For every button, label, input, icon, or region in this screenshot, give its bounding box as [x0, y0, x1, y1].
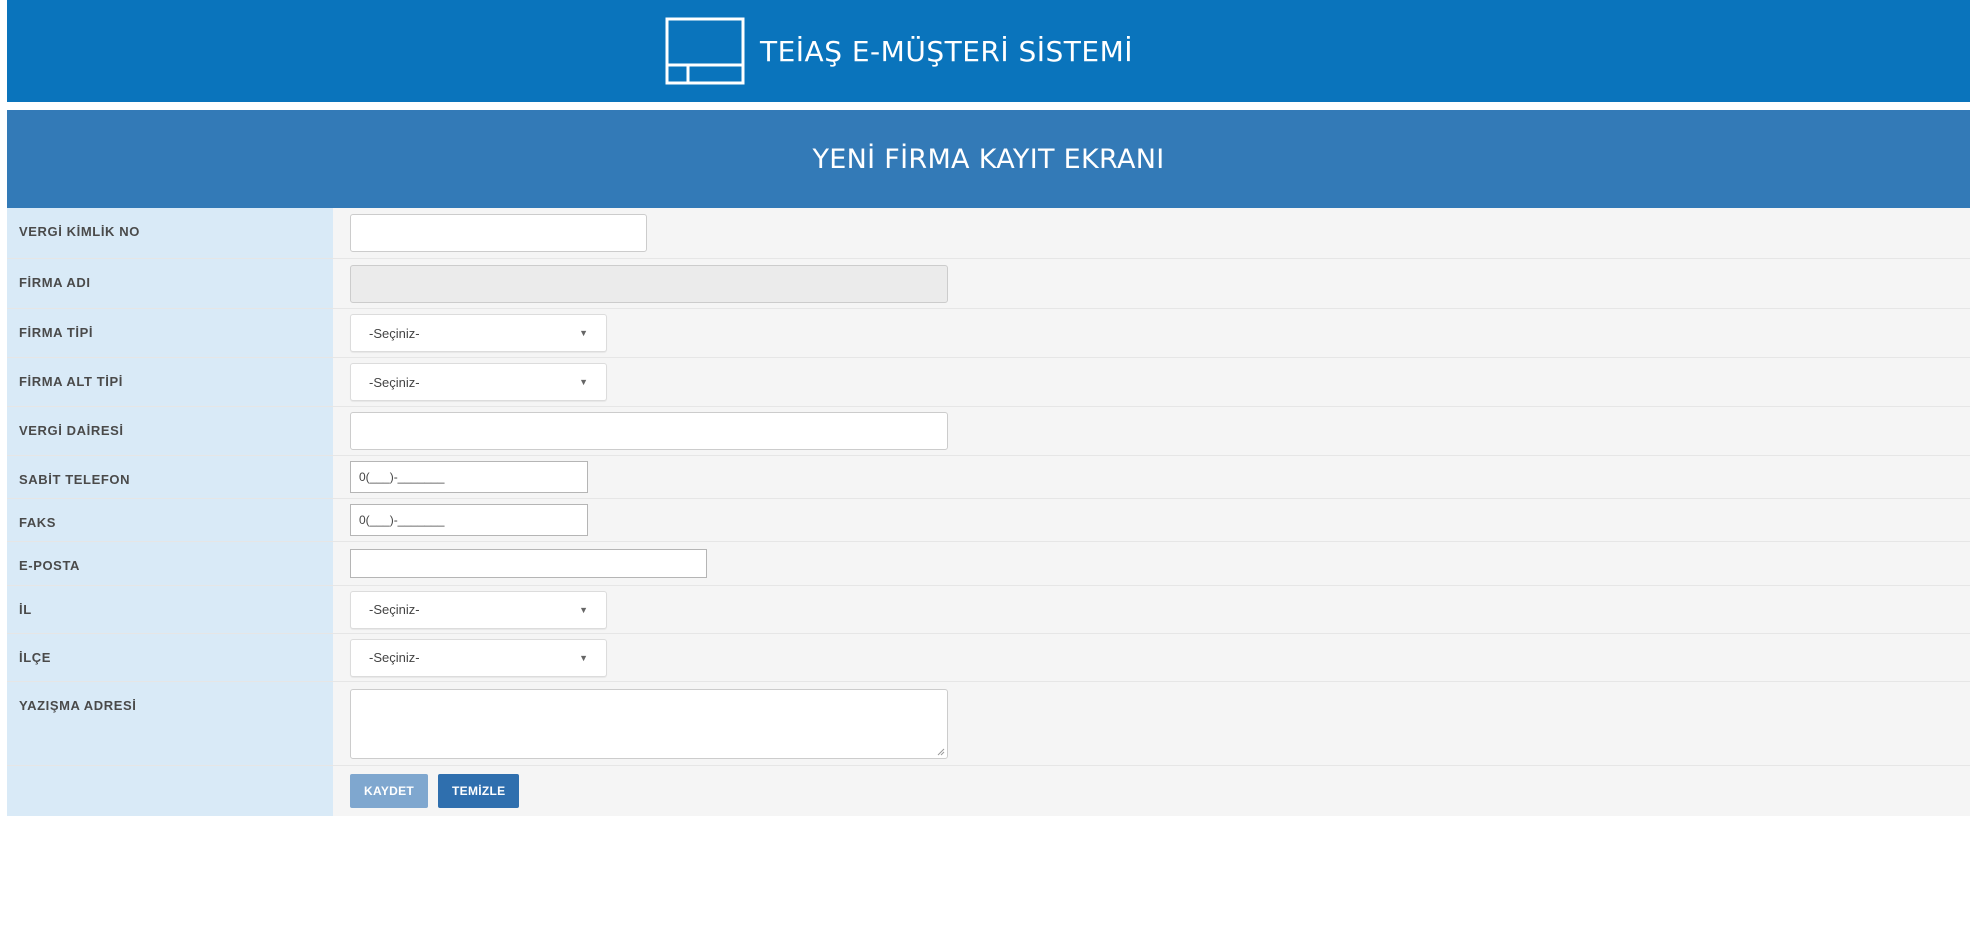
window-grid-icon	[665, 17, 745, 85]
row-district: İLÇE -Seçiniz- ▼	[7, 634, 1970, 682]
district-select-value: -Seçiniz-	[369, 650, 420, 665]
row-company-name: FİRMA ADI	[7, 259, 1970, 309]
field-cell-actions: KAYDET TEMİZLE	[333, 766, 1970, 816]
label-landline: SABİT TELEFON	[7, 456, 333, 498]
form-table: VERGİ KİMLİK NO FİRMA ADI FİRMA TİPİ -Se…	[7, 208, 1970, 816]
field-cell-tax-office	[333, 407, 1970, 455]
landline-input[interactable]	[350, 461, 588, 493]
resize-grip-icon[interactable]	[937, 748, 945, 756]
field-cell-company-name	[333, 259, 1970, 308]
label-tax-id: VERGİ KİMLİK NO	[7, 208, 333, 258]
field-cell-district: -Seçiniz- ▼	[333, 634, 1970, 681]
label-tax-office: VERGİ DAİRESİ	[7, 407, 333, 455]
province-select[interactable]: -Seçiniz- ▼	[350, 590, 607, 629]
field-cell-company-subtype: -Seçiniz- ▼	[333, 358, 1970, 406]
caret-down-icon: ▼	[579, 377, 588, 387]
row-landline: SABİT TELEFON	[7, 456, 1970, 499]
label-province: İL	[7, 586, 333, 633]
caret-down-icon: ▼	[579, 328, 588, 338]
page: TEİAŞ E-MÜŞTERİ SİSTEMİ YENİ FİRMA KAYIT…	[0, 0, 1977, 936]
clear-button[interactable]: TEMİZLE	[438, 774, 520, 808]
province-select-value: -Seçiniz-	[369, 602, 420, 617]
save-button[interactable]: KAYDET	[350, 774, 429, 808]
row-tax-id: VERGİ KİMLİK NO	[7, 208, 1970, 259]
mailing-address-textarea[interactable]	[350, 688, 948, 759]
company-name-input	[350, 264, 948, 303]
row-company-type: FİRMA TİPİ -Seçiniz- ▼	[7, 309, 1970, 358]
company-subtype-select-value: -Seçiniz-	[369, 374, 420, 390]
company-subtype-select[interactable]: -Seçiniz- ▼	[350, 363, 607, 401]
caret-down-icon: ▼	[579, 652, 588, 663]
label-actions-empty	[7, 766, 333, 816]
field-cell-tax-id	[333, 208, 1970, 258]
company-type-select-value: -Seçiniz-	[369, 325, 420, 341]
row-province: İL -Seçiniz- ▼	[7, 586, 1970, 634]
label-mailing-address: YAZIŞMA ADRESİ	[7, 682, 333, 765]
caret-down-icon: ▼	[579, 604, 588, 615]
label-company-name: FİRMA ADI	[7, 259, 333, 308]
district-select[interactable]: -Seçiniz- ▼	[350, 638, 607, 677]
tax-office-input[interactable]	[350, 412, 948, 450]
fax-input[interactable]	[350, 504, 588, 536]
row-actions: KAYDET TEMİZLE	[7, 766, 1970, 816]
top-header: TEİAŞ E-MÜŞTERİ SİSTEMİ	[7, 0, 1970, 102]
label-email: E-POSTA	[7, 542, 333, 585]
field-cell-email	[333, 542, 1970, 585]
row-company-subtype: FİRMA ALT TİPİ -Seçiniz- ▼	[7, 358, 1970, 407]
label-district: İLÇE	[7, 634, 333, 681]
app-title: TEİAŞ E-MÜŞTERİ SİSTEMİ	[759, 34, 1134, 68]
label-company-subtype: FİRMA ALT TİPİ	[7, 358, 333, 406]
row-tax-office: VERGİ DAİRESİ	[7, 407, 1970, 456]
field-cell-landline	[333, 456, 1970, 498]
form-title: YENİ FİRMA KAYIT EKRANI	[812, 143, 1165, 175]
field-cell-fax	[333, 499, 1970, 541]
field-cell-company-type: -Seçiniz- ▼	[333, 309, 1970, 357]
field-cell-mailing-address	[333, 682, 1970, 765]
row-mailing-address: YAZIŞMA ADRESİ	[7, 682, 1970, 766]
company-type-select[interactable]: -Seçiniz- ▼	[350, 314, 607, 352]
row-fax: FAKS	[7, 499, 1970, 542]
email-input[interactable]	[350, 549, 707, 578]
field-cell-province: -Seçiniz- ▼	[333, 586, 1970, 633]
label-fax: FAKS	[7, 499, 333, 541]
label-company-type: FİRMA TİPİ	[7, 309, 333, 357]
row-email: E-POSTA	[7, 542, 1970, 586]
form-title-bar: YENİ FİRMA KAYIT EKRANI	[7, 110, 1970, 208]
tax-id-input[interactable]	[350, 214, 647, 252]
brand: TEİAŞ E-MÜŞTERİ SİSTEMİ	[664, 15, 1133, 87]
